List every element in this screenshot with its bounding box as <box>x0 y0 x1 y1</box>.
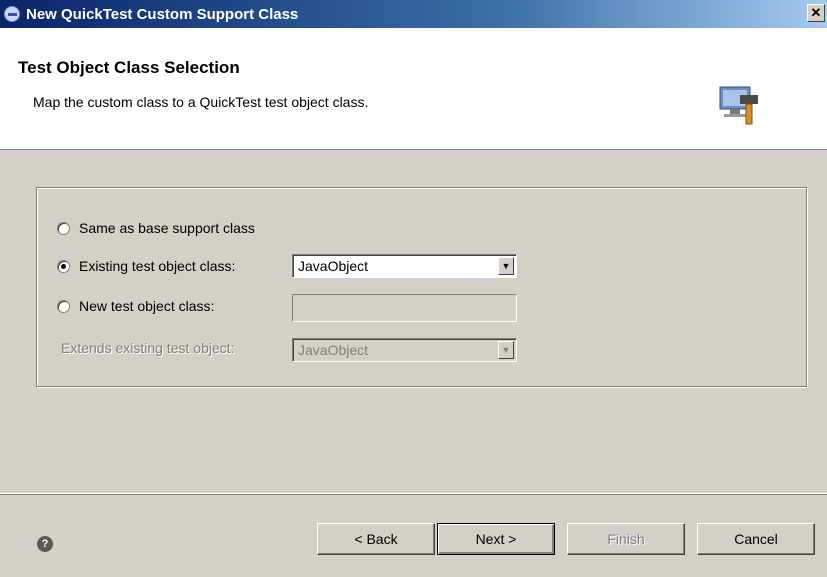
wizard-footer: ? < Back Next > Finish Cancel <box>0 494 827 577</box>
title-bar: New QuickTest Custom Support Class ✕ <box>0 0 827 28</box>
next-button[interactable]: Next > <box>437 523 555 555</box>
page-description: Map the custom class to a QuickTest test… <box>33 94 369 110</box>
existing-class-dropdown[interactable]: JavaObject ▼ <box>292 254 517 278</box>
extends-label: Extends existing test object: <box>61 340 235 356</box>
existing-class-label: Existing test object class: <box>79 258 236 274</box>
option-new[interactable]: New test object class: <box>57 298 214 314</box>
dropdown-arrow-icon[interactable]: ▼ <box>498 341 514 359</box>
finish-button[interactable]: Finish <box>567 523 685 555</box>
dropdown-arrow-icon[interactable]: ▼ <box>498 257 514 275</box>
wizard-banner-icon <box>719 86 758 125</box>
wizard-header: Test Object Class Selection Map the cust… <box>0 28 827 150</box>
extends-value: JavaObject <box>298 342 369 358</box>
back-button[interactable]: < Back <box>317 523 435 555</box>
existing-class-value: JavaObject <box>298 258 369 274</box>
same-as-base-label: Same as base support class <box>79 220 255 236</box>
extends-dropdown[interactable]: JavaObject ▼ <box>292 338 517 362</box>
app-icon <box>4 6 20 22</box>
window-title: New QuickTest Custom Support Class <box>26 5 299 23</box>
option-same-as-base[interactable]: Same as base support class <box>57 220 255 236</box>
cancel-button[interactable]: Cancel <box>697 523 815 555</box>
page-title: Test Object Class Selection <box>18 58 240 77</box>
same-as-base-radio[interactable] <box>57 221 70 235</box>
wizard-body: Same as base support class Existing test… <box>0 150 827 493</box>
new-class-label: New test object class: <box>79 298 215 314</box>
new-class-radio[interactable] <box>57 299 70 313</box>
close-button[interactable]: ✕ <box>807 4 825 22</box>
option-existing[interactable]: Existing test object class: <box>57 258 235 274</box>
help-icon[interactable]: ? <box>37 536 53 552</box>
new-class-input[interactable] <box>292 294 517 322</box>
options-group: Same as base support class Existing test… <box>36 187 807 387</box>
existing-class-radio[interactable] <box>57 259 70 273</box>
